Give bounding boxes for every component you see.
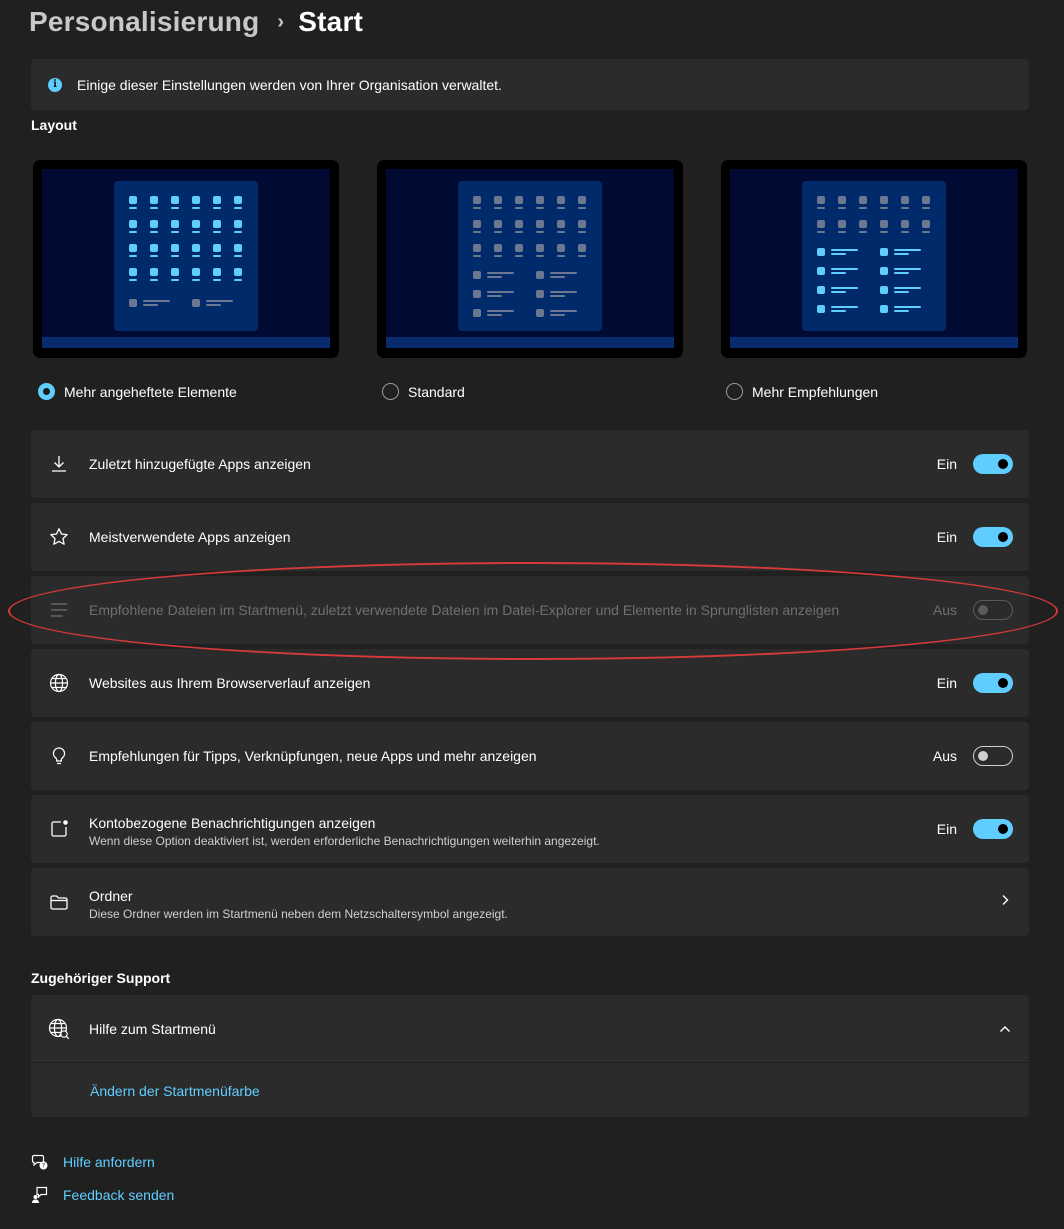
toggle-switch-disabled [973, 600, 1013, 620]
chevron-up-icon[interactable] [999, 1022, 1011, 1040]
help-title: Hilfe zum Startmenü [89, 1021, 216, 1037]
setting-label: Empfohlene Dateien im Startmenü, zuletzt… [89, 602, 840, 618]
toggle-state-text: Ein [936, 821, 957, 837]
toggle-switch[interactable] [973, 819, 1013, 839]
setting-account-notifications[interactable]: Kontobezogene Benachrichtigungen anzeige… [31, 795, 1029, 863]
support-section-label: Zugehöriger Support [31, 970, 171, 986]
chevron-right-icon [999, 893, 1011, 911]
folder-icon [48, 891, 70, 913]
setting-recently-added-apps[interactable]: Zuletzt hinzugefügte Apps anzeigen Ein [31, 430, 1029, 498]
setting-label: Ordner [89, 888, 133, 904]
info-icon: i [48, 77, 62, 92]
setting-browser-history-websites[interactable]: Websites aus Ihrem Browserverlauf anzeig… [31, 649, 1029, 717]
list-icon [48, 599, 70, 621]
globe-icon [48, 672, 70, 694]
help-start-menu-header[interactable]: Hilfe zum Startmenü [31, 995, 1029, 1063]
setting-sublabel: Diese Ordner werden im Startmenü neben d… [89, 907, 508, 921]
breadcrumb-separator: › [277, 10, 285, 33]
layout-section-label: Layout [31, 117, 77, 133]
radio-standard[interactable]: Standard [382, 383, 465, 400]
help-chat-icon: ? [31, 1153, 49, 1171]
get-help-link[interactable]: ? Hilfe anfordern [31, 1153, 155, 1171]
radio-more-recommendations[interactable]: Mehr Empfehlungen [726, 383, 878, 400]
setting-label: Meistverwendete Apps anzeigen [89, 529, 291, 545]
download-icon [48, 453, 70, 475]
breadcrumb-current: Start [298, 6, 364, 37]
radio-label: Mehr angeheftete Elemente [64, 383, 237, 400]
get-help-label: Hilfe anfordern [63, 1154, 155, 1170]
setting-sublabel: Wenn diese Option deaktiviert ist, werde… [89, 834, 600, 848]
toggle-state-text: Ein [936, 675, 957, 691]
layout-preview-more-recommendations[interactable] [721, 160, 1027, 358]
radio-label: Standard [408, 383, 465, 400]
info-banner: i Einige dieser Einstellungen werden von… [31, 59, 1029, 110]
toggle-state-text: Ein [936, 456, 957, 472]
radio-more-pins[interactable]: Mehr angeheftete Elemente [38, 383, 237, 400]
lightbulb-icon [48, 745, 70, 767]
svg-text:?: ? [42, 1163, 45, 1170]
setting-label: Websites aus Ihrem Browserverlauf anzeig… [89, 675, 371, 691]
radio-selected-icon [38, 383, 55, 400]
setting-folders[interactable]: Ordner Diese Ordner werden im Startmenü … [31, 868, 1029, 936]
notification-icon [48, 818, 70, 840]
toggle-state-text: Aus [932, 748, 957, 764]
toggle-switch[interactable] [973, 527, 1013, 547]
help-start-menu-expander: Hilfe zum Startmenü Ändern der Startmenü… [31, 995, 1029, 1117]
star-icon [48, 526, 70, 548]
radio-unselected-icon [726, 383, 743, 400]
radio-label: Mehr Empfehlungen [752, 383, 879, 400]
change-start-menu-color-link[interactable]: Ändern der Startmenüfarbe [90, 1083, 260, 1099]
layout-preview-standard[interactable] [377, 160, 683, 358]
globe-search-icon [48, 1018, 70, 1045]
page-title: Personalisierung › Start [29, 6, 363, 38]
setting-recommended-files: Empfohlene Dateien im Startmenü, zuletzt… [31, 576, 1029, 644]
toggle-switch[interactable] [973, 454, 1013, 474]
toggle-switch[interactable] [973, 673, 1013, 693]
toggle-state-text: Aus [932, 602, 957, 618]
info-banner-text: Einige dieser Einstellungen werden von I… [77, 76, 502, 93]
radio-unselected-icon [382, 383, 399, 400]
layout-preview-more-pins[interactable] [33, 160, 339, 358]
setting-label: Zuletzt hinzugefügte Apps anzeigen [89, 456, 311, 472]
send-feedback-link[interactable]: Feedback senden [31, 1186, 174, 1204]
toggle-state-text: Ein [936, 529, 957, 545]
breadcrumb-personalisierung[interactable]: Personalisierung [29, 6, 259, 38]
setting-label: Kontobezogene Benachrichtigungen anzeige… [89, 815, 376, 831]
toggle-switch[interactable] [973, 746, 1013, 766]
send-feedback-label: Feedback senden [63, 1187, 175, 1203]
feedback-icon [31, 1186, 49, 1204]
setting-tips-recommendations[interactable]: Empfehlungen für Tipps, Verknüpfungen, n… [31, 722, 1029, 790]
setting-most-used-apps[interactable]: Meistverwendete Apps anzeigen Ein [31, 503, 1029, 571]
setting-label: Empfehlungen für Tipps, Verknüpfungen, n… [89, 748, 537, 764]
